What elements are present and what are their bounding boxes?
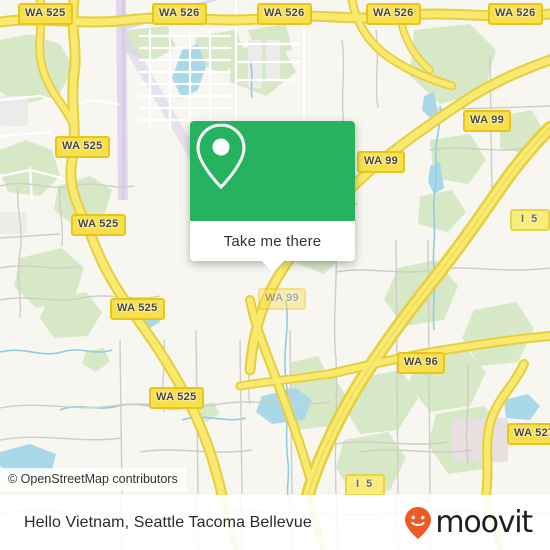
highway-shield: WA 525 bbox=[55, 136, 110, 158]
take-me-there-label: Take me there bbox=[223, 232, 322, 250]
popup-pointer bbox=[260, 260, 285, 273]
moovit-logo[interactable]: moovit bbox=[403, 504, 533, 540]
map-pin-icon bbox=[196, 123, 246, 190]
highway-shield: WA 99 bbox=[357, 151, 406, 173]
highway-shield: WA 526 bbox=[366, 3, 421, 25]
take-me-there-button[interactable]: Take me there bbox=[190, 221, 355, 273]
highway-shield: WA 96 bbox=[397, 352, 446, 374]
highway-shield: WA 526 bbox=[488, 3, 543, 25]
map-attribution[interactable]: © OpenStreetMap contributors bbox=[0, 468, 186, 491]
moovit-smiley-pin-icon bbox=[405, 506, 432, 539]
map-canvas[interactable]: WA 525 WA 526 WA 526 WA 526 WA 526 WA 99 WA 52… bbox=[0, 0, 550, 495]
destination-popup-card[interactable]: Take me there bbox=[190, 121, 355, 273]
page-title: Hello Vietnam, Seattle Tacoma Bellevue bbox=[24, 513, 312, 531]
highway-shield: WA 525 bbox=[71, 214, 126, 236]
highway-shield: WA 525 bbox=[110, 298, 165, 320]
popup-image-area bbox=[190, 121, 355, 221]
map-screenshot: WA 525 WA 526 WA 526 WA 526 WA 526 WA 99 WA 52… bbox=[0, 0, 550, 550]
highway-shield: I 5 bbox=[510, 209, 550, 231]
highway-shield: WA 526 bbox=[152, 3, 207, 25]
highway-shield: WA 99 bbox=[258, 288, 307, 310]
moovit-wordmark: moovit bbox=[435, 504, 533, 540]
highway-shield: WA 525 bbox=[18, 3, 73, 25]
highway-shield: WA 99 bbox=[463, 110, 512, 132]
footer-bar: Hello Vietnam, Seattle Tacoma Bellevue m… bbox=[0, 495, 550, 550]
highway-shield: I 5 bbox=[345, 474, 386, 495]
highway-shield: WA 525 bbox=[149, 387, 204, 409]
highway-shield: WA 526 bbox=[257, 3, 312, 25]
highway-shield: WA 527 bbox=[507, 423, 550, 445]
